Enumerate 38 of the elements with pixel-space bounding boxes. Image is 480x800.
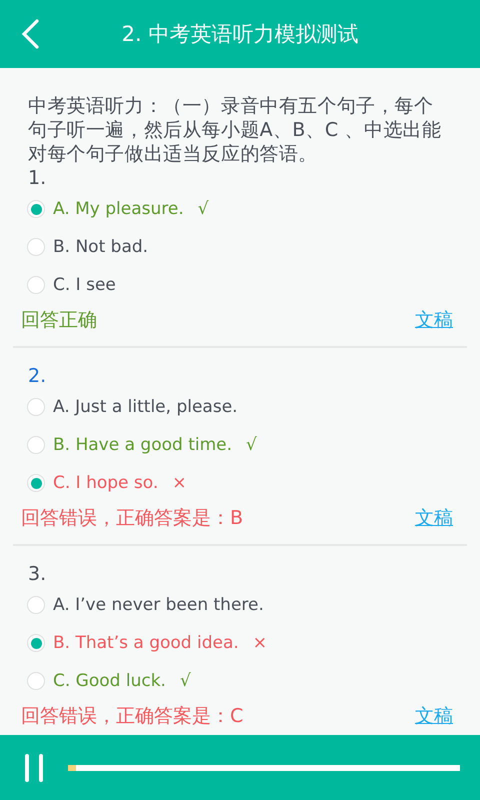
result-text: 回答正确 bbox=[21, 308, 97, 333]
option-label[interactable]: B. Not bad. bbox=[53, 237, 148, 257]
correct-mark: √ bbox=[246, 435, 257, 455]
question-number: 1. bbox=[28, 166, 46, 190]
wrong-mark: × bbox=[172, 473, 187, 493]
radio-button[interactable] bbox=[27, 200, 45, 218]
correct-mark: √ bbox=[198, 199, 209, 219]
radio-button[interactable] bbox=[27, 276, 45, 294]
option-label[interactable]: A. Just a little, please. bbox=[53, 397, 238, 417]
option-label[interactable]: B. That’s a good idea. bbox=[53, 633, 239, 653]
option-label[interactable]: C. I see bbox=[53, 275, 116, 295]
result-text: 回答错误，正确答案是：B bbox=[21, 506, 244, 531]
radio-button[interactable] bbox=[27, 474, 45, 492]
option-label[interactable]: B. Have a good time. bbox=[53, 435, 232, 455]
option-label[interactable]: A. My pleasure. bbox=[53, 199, 184, 219]
pause-button[interactable] bbox=[22, 752, 46, 782]
radio-button[interactable] bbox=[27, 238, 45, 256]
correct-mark: √ bbox=[180, 671, 191, 691]
question-number: 3. bbox=[28, 562, 46, 586]
transcript-link[interactable]: 文稿 bbox=[415, 703, 453, 729]
option-label[interactable]: A. I’ve never been there. bbox=[53, 595, 264, 615]
wrong-mark: × bbox=[252, 633, 268, 653]
radio-button[interactable] bbox=[27, 672, 45, 690]
option-label[interactable]: C. I hope so. bbox=[53, 473, 158, 493]
result-text: 回答错误，正确答案是：C bbox=[21, 704, 244, 729]
question-number: 2. bbox=[28, 364, 46, 388]
radio-button[interactable] bbox=[27, 398, 45, 416]
radio-button[interactable] bbox=[27, 596, 45, 614]
instructions-text: 中考英语听力：（一）录音中有五个句子，每个句子听一遍，然后从每小题A、B、C 、中选出能对每个句子做出适当反应的答语。 bbox=[28, 94, 442, 166]
radio-button[interactable] bbox=[27, 634, 45, 652]
back-icon bbox=[21, 19, 39, 49]
page-title: 2. 中考英语听力模拟测试 bbox=[122, 21, 358, 48]
pause-icon bbox=[23, 754, 45, 782]
transcript-link[interactable]: 文稿 bbox=[415, 505, 453, 531]
progress-track[interactable] bbox=[68, 764, 460, 770]
radio-button[interactable] bbox=[27, 436, 45, 454]
transcript-link[interactable]: 文稿 bbox=[415, 307, 453, 333]
option-label[interactable]: C. Good luck. bbox=[53, 671, 166, 691]
